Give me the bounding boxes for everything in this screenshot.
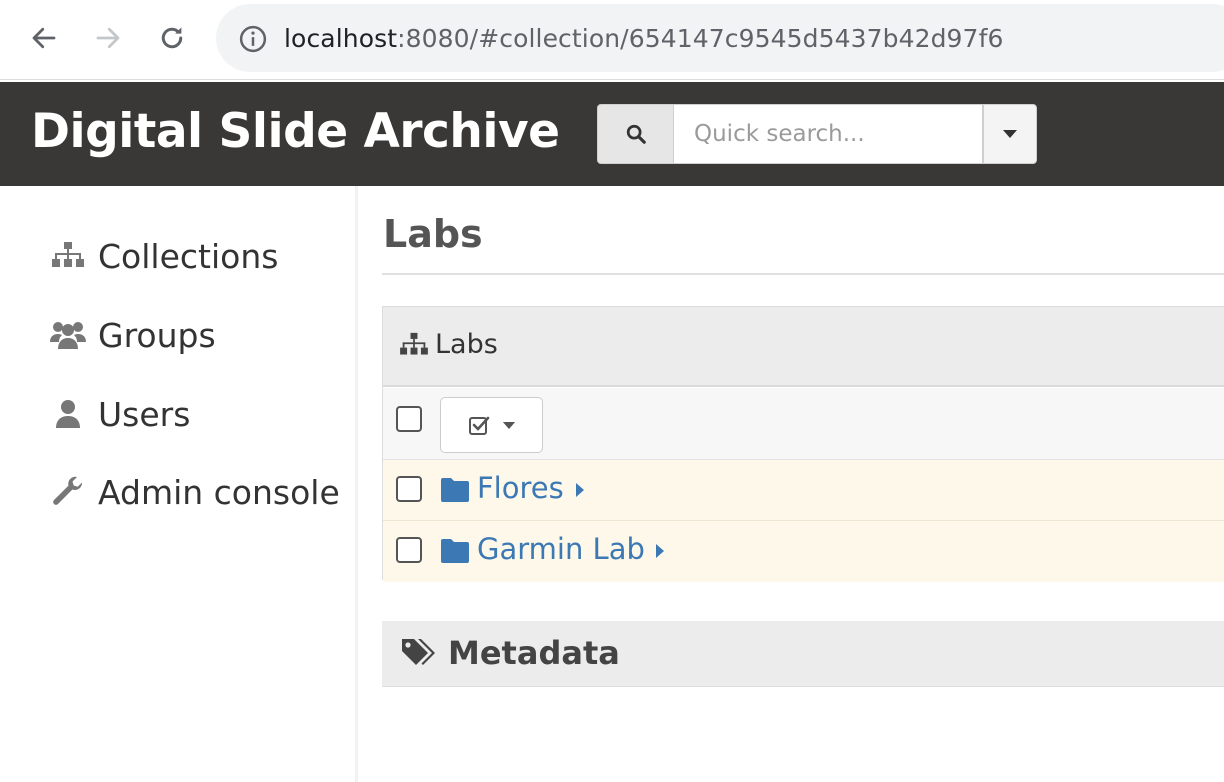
metadata-panel: Metadata — [382, 621, 1224, 687]
caret-right-icon[interactable] — [655, 543, 665, 559]
sidebar-item-collections[interactable]: Collections — [50, 231, 278, 281]
sidebar-item-users[interactable]: Users — [50, 389, 190, 439]
folder-list-panel: Labs Flores Garmin Lab — [382, 306, 1224, 582]
breadcrumb[interactable]: Labs — [399, 329, 498, 360]
url-text[interactable]: localhost:8080/#collection/654147c9545d5… — [284, 24, 1003, 53]
sitemap-icon — [400, 332, 428, 355]
sidebar: Collections Groups Users Admin console — [0, 186, 358, 782]
users-icon — [50, 317, 86, 353]
list-item: Flores — [383, 460, 1224, 521]
sidebar-item-label: Collections — [98, 236, 279, 276]
select-all-checkbox[interactable] — [396, 406, 422, 432]
title-divider — [382, 273, 1224, 275]
sidebar-item-label: Admin console — [98, 472, 340, 512]
reload-button[interactable] — [152, 18, 192, 58]
caret-down-icon — [1003, 130, 1017, 138]
page-title: Labs — [383, 212, 483, 256]
folder-icon — [441, 478, 469, 502]
browser-toolbar: localhost:8080/#collection/654147c9545d5… — [0, 0, 1224, 80]
address-bar[interactable]: localhost:8080/#collection/654147c9545d5… — [216, 4, 1224, 72]
folder-link[interactable]: Garmin Lab — [477, 532, 645, 566]
wrench-icon — [50, 474, 86, 510]
tags-icon — [402, 639, 435, 665]
back-arrow-icon — [32, 27, 56, 49]
row-checkbox[interactable] — [396, 476, 422, 502]
list-toolbar — [383, 388, 1224, 460]
check-square-icon — [468, 416, 489, 435]
forward-button[interactable] — [88, 18, 128, 58]
app-title[interactable]: Digital Slide Archive — [31, 104, 560, 159]
reload-icon — [161, 27, 183, 49]
row-checkbox[interactable] — [396, 537, 422, 563]
breadcrumb-bar: Labs — [383, 307, 1224, 387]
search-icon — [626, 124, 646, 144]
user-icon — [50, 396, 86, 432]
sidebar-item-groups[interactable]: Groups — [50, 310, 216, 360]
metadata-title: Metadata — [448, 634, 620, 672]
caret-right-icon[interactable] — [575, 482, 585, 498]
list-item: Garmin Lab — [383, 521, 1224, 582]
back-button[interactable] — [24, 18, 64, 58]
sitemap-icon — [50, 238, 86, 274]
search-button[interactable] — [597, 104, 674, 164]
folder-link[interactable]: Flores — [477, 471, 564, 505]
quick-search — [597, 104, 1037, 164]
app-header: Digital Slide Archive — [0, 82, 1224, 186]
folder-icon — [441, 539, 469, 563]
sidebar-item-label: Groups — [98, 315, 216, 355]
url-host: localhost — [284, 24, 398, 53]
forward-arrow-icon — [96, 27, 120, 49]
search-input[interactable] — [673, 104, 983, 164]
checked-actions-button[interactable] — [440, 397, 543, 453]
breadcrumb-label: Labs — [435, 329, 498, 360]
search-mode-dropdown[interactable] — [983, 104, 1037, 164]
url-path: :8080/#collection/654147c9545d5437b42d97… — [397, 24, 1004, 53]
site-info-icon[interactable] — [238, 24, 268, 59]
caret-down-icon — [502, 421, 515, 429]
sidebar-item-admin-console[interactable]: Admin console — [50, 467, 340, 517]
sidebar-item-label: Users — [98, 394, 191, 434]
